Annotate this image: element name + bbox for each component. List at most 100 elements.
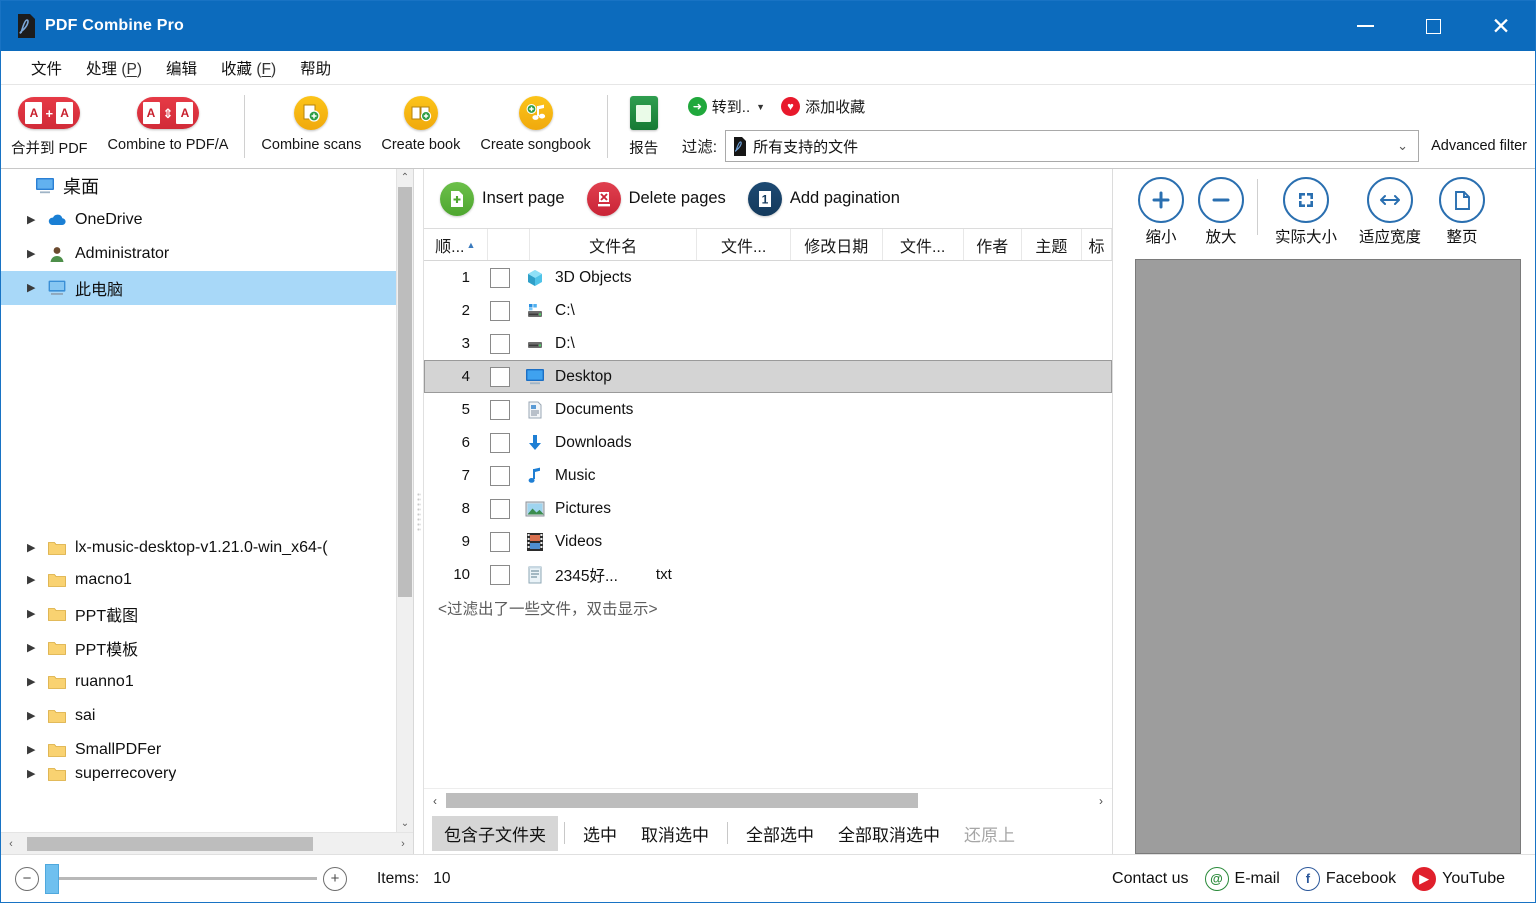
thumbnail-zoom-in-button[interactable]: + [323, 866, 347, 891]
scroll-left-icon[interactable]: ‹ [424, 794, 446, 808]
row-checkbox[interactable] [490, 267, 510, 288]
combine-scans-button[interactable]: Combine scans [251, 89, 371, 168]
chevron-down-icon[interactable]: ⌄ [1397, 138, 1414, 154]
tree-item-lx-music[interactable]: ▶ lx-music-desktop-v1.21.0-win_x64-( [1, 533, 396, 563]
slider-thumb[interactable] [45, 864, 59, 894]
menu-help[interactable]: 帮助 [288, 54, 343, 82]
tree-expander[interactable]: ▶ [27, 608, 39, 620]
tree-expander[interactable]: ▶ [27, 542, 39, 554]
preview-canvas[interactable] [1135, 259, 1521, 854]
tree-item-smallpdfer[interactable]: ▶ SmallPDFer [1, 733, 396, 767]
column-header-title[interactable]: 标 [1082, 229, 1112, 260]
advanced-filter-link[interactable]: Advanced filter [1427, 138, 1535, 154]
scroll-track[interactable] [21, 836, 393, 851]
scroll-right-icon[interactable]: › [393, 838, 413, 850]
zoom-in-button[interactable]: 放大 [1191, 177, 1251, 247]
column-header-subject[interactable]: 主题 [1022, 229, 1082, 260]
scroll-thumb[interactable] [27, 836, 313, 851]
tree-expander[interactable]: ▶ [27, 574, 39, 586]
tree-item-desktop-root[interactable]: 桌面 [1, 169, 396, 203]
row-checkbox[interactable] [490, 300, 510, 321]
add-pagination-button[interactable]: 1 Add pagination [740, 178, 908, 220]
file-list-horizontal-scrollbar[interactable]: ‹ › [424, 788, 1112, 812]
filter-combobox[interactable]: 所有支持的文件 ⌄ [725, 130, 1420, 163]
scroll-thumb[interactable] [398, 187, 412, 597]
tree-expander[interactable]: ▶ [27, 676, 39, 688]
actual-size-button[interactable]: 实际大小 [1264, 177, 1348, 247]
column-header-author[interactable]: 作者 [964, 229, 1022, 260]
tree-horizontal-scrollbar[interactable]: ‹ › [1, 832, 413, 854]
scroll-up-icon[interactable]: ⌃ [397, 169, 413, 186]
table-row[interactable]: 7 Music [424, 459, 1112, 492]
combine-to-pdfa-button[interactable]: A ⇕ A Combine to PDF/A [98, 89, 239, 168]
row-checkbox[interactable] [490, 564, 510, 585]
deselect-all-button[interactable]: 全部取消选中 [826, 816, 952, 851]
table-row[interactable]: 4 Desktop [424, 360, 1112, 393]
tree-item-sai[interactable]: ▶ sai [1, 699, 396, 733]
menu-edit[interactable]: 编辑 [154, 54, 209, 82]
table-row[interactable]: 2 C:\ [424, 294, 1112, 327]
row-checkbox[interactable] [490, 465, 510, 486]
column-header-modified-date[interactable]: 修改日期 [791, 229, 883, 260]
minimize-button[interactable] [1331, 1, 1399, 51]
table-row[interactable]: 9 Videos [424, 525, 1112, 558]
row-checkbox[interactable] [490, 333, 510, 354]
tree-expander[interactable]: ▶ [27, 642, 39, 654]
zoom-out-button[interactable]: 缩小 [1131, 177, 1191, 247]
report-button[interactable]: 报告 [614, 89, 674, 168]
menu-process[interactable]: 处理 (P) [74, 54, 154, 82]
menu-favorites[interactable]: 收藏 (F) [209, 54, 288, 82]
thumbnail-size-slider[interactable] [45, 864, 317, 894]
tree-expander[interactable]: ▶ [27, 744, 39, 756]
tree-vertical-scrollbar[interactable]: ⌃ ⌄ [396, 169, 413, 832]
table-row[interactable]: 3 D:\ [424, 327, 1112, 360]
row-checkbox[interactable] [490, 531, 510, 552]
scroll-down-icon[interactable]: ⌄ [397, 815, 413, 832]
scroll-thumb[interactable] [446, 793, 918, 808]
include-subfolders-button[interactable]: 包含子文件夹 [432, 815, 558, 851]
tree-expander[interactable]: ▶ [27, 710, 39, 722]
row-checkbox[interactable] [490, 432, 510, 453]
tree-expander[interactable]: ▶ [27, 214, 39, 226]
facebook-link[interactable]: f Facebook [1295, 866, 1396, 891]
add-favorite-button[interactable]: ♥ 添加收藏 [775, 94, 871, 119]
scroll-left-icon[interactable]: ‹ [1, 838, 21, 850]
filtered-files-note[interactable]: <过滤出了一些文件，双击显示> [424, 591, 1112, 619]
tree-item-ppt-screenshots[interactable]: ▶ PPT截图 [1, 597, 396, 631]
menu-file[interactable]: 文件 [19, 54, 74, 82]
insert-page-button[interactable]: Insert page [432, 178, 573, 220]
tree-item-superrecovery[interactable]: ▶ superrecovery [1, 767, 396, 781]
column-header-checkbox[interactable] [488, 229, 530, 260]
tree-expander[interactable]: ▶ [27, 768, 39, 780]
tree-item-onedrive[interactable]: ▶ OneDrive [1, 203, 396, 237]
maximize-button[interactable] [1399, 1, 1467, 51]
row-checkbox[interactable] [490, 498, 510, 519]
close-button[interactable]: ✕ [1467, 1, 1535, 51]
create-book-button[interactable]: Create book [371, 89, 470, 168]
deselect-button[interactable]: 取消选中 [629, 816, 721, 851]
table-row[interactable]: 1 3D Objects [424, 261, 1112, 294]
select-all-button[interactable]: 全部选中 [734, 816, 826, 851]
fit-width-button[interactable]: 适应宽度 [1348, 177, 1432, 247]
table-row[interactable]: 5 Documents [424, 393, 1112, 426]
column-header-order[interactable]: 顺... ▲ [424, 229, 488, 260]
create-songbook-button[interactable]: Create songbook [470, 89, 600, 168]
whole-page-button[interactable]: 整页 [1432, 177, 1492, 247]
table-row[interactable]: 6 Downloads [424, 426, 1112, 459]
tree-expander[interactable]: ▶ [27, 248, 39, 260]
tree-item-macno1[interactable]: ▶ macno1 [1, 563, 396, 597]
thumbnail-zoom-out-button[interactable]: − [15, 866, 39, 891]
select-button[interactable]: 选中 [571, 816, 629, 851]
column-header-filetype[interactable]: 文件... [697, 229, 791, 260]
youtube-link[interactable]: ▶ YouTube [1412, 866, 1505, 891]
tree-expander[interactable]: ▶ [27, 282, 39, 294]
tree-item-this-pc[interactable]: ▶ 此电脑 [1, 271, 396, 305]
row-checkbox[interactable] [490, 399, 510, 420]
tree-item-ppt-templates[interactable]: ▶ PPT模板 [1, 631, 396, 665]
table-row[interactable]: 10 2345好... txt [424, 558, 1112, 591]
email-link[interactable]: @ E-mail [1204, 866, 1280, 891]
tree-item-ruanno1[interactable]: ▶ ruanno1 [1, 665, 396, 699]
goto-button[interactable]: ➜ 转到.. ▼ [682, 94, 771, 119]
tree-item-administrator[interactable]: ▶ Administrator [1, 237, 396, 271]
slider-track[interactable] [45, 864, 317, 894]
